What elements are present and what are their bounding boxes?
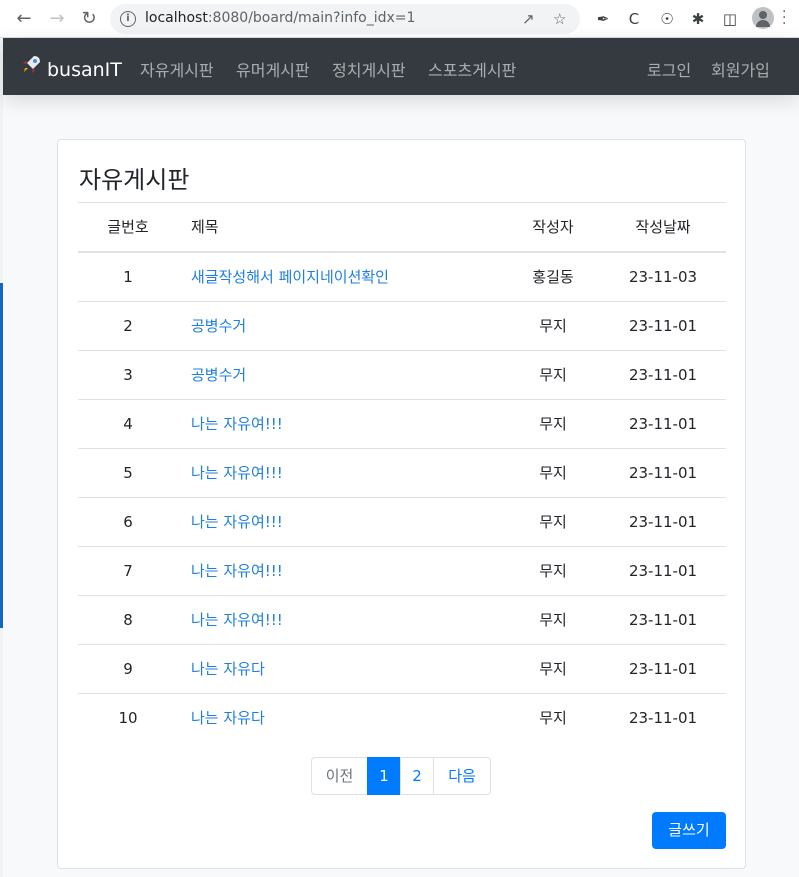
browser-menu-icon[interactable]: · · · — [782, 5, 786, 31]
row-num: 7 — [123, 562, 133, 580]
row-writer: 무지 — [539, 562, 567, 580]
brand-name: busanIT — [47, 59, 122, 81]
extensions-puzzle-icon[interactable]: ✱ — [687, 8, 709, 30]
code-extension-icon[interactable]: ☉ — [656, 8, 678, 30]
row-title-link[interactable]: 공병수거 — [191, 302, 511, 350]
nav-sports-board[interactable]: 스포츠게시판 — [428, 57, 516, 81]
table-row: 8 나는 자유여!!! 무지 23-11-01 — [78, 595, 726, 644]
reload-icon[interactable]: ↻ — [77, 7, 101, 31]
header-writer: 작성자 — [532, 218, 574, 236]
row-writer: 무지 — [539, 366, 567, 384]
nav-humor-board[interactable]: 유머게시판 — [236, 57, 310, 81]
top-navbar: busanIT 자유게시판 유머게시판 정치게시판 스포츠게시판 로그인 회원가… — [3, 38, 799, 95]
row-date: 23-11-01 — [628, 611, 698, 629]
address-bar[interactable]: i localhost:8080/board/main?info_idx=1 ↗… — [110, 4, 580, 34]
row-date: 23-11-01 — [628, 366, 698, 384]
nav-signup[interactable]: 회원가입 — [711, 57, 770, 81]
header-date: 작성날짜 — [635, 218, 691, 236]
row-num: 2 — [123, 317, 133, 335]
header-title: 제목 — [191, 218, 219, 236]
side-panel-icon[interactable]: ◫ — [719, 8, 741, 30]
board-title: 자유게시판 — [79, 166, 190, 194]
row-num: 3 — [123, 366, 133, 384]
row-writer: 무지 — [539, 709, 567, 727]
row-writer: 무지 — [539, 415, 567, 433]
row-num: 1 — [123, 268, 133, 286]
nav-free-board[interactable]: 자유게시판 — [140, 57, 214, 81]
table-row: 2 공병수거 무지 23-11-01 — [78, 301, 726, 350]
pagination-page-1[interactable]: 1 — [367, 757, 401, 795]
row-writer: 무지 — [539, 611, 567, 629]
row-title-link[interactable]: 나는 자유다 — [191, 694, 511, 742]
row-num: 4 — [123, 415, 133, 433]
table-row: 7 나는 자유여!!! 무지 23-11-01 — [78, 546, 726, 595]
url-host: localhost — [145, 10, 208, 26]
pagination-prev[interactable]: 이전 — [311, 757, 368, 795]
table-row: 4 나는 자유여!!! 무지 23-11-01 — [78, 399, 726, 448]
nav-login[interactable]: 로그인 — [647, 57, 691, 81]
write-post-button[interactable]: 글쓰기 — [652, 812, 726, 849]
row-writer: 무지 — [539, 317, 567, 335]
table-header-row: 글번호 제목 작성자 작성날짜 — [78, 202, 726, 252]
rocket-icon — [20, 54, 42, 81]
table-row: 5 나는 자유여!!! 무지 23-11-01 — [78, 448, 726, 497]
row-title-link[interactable]: 나는 자유여!!! — [191, 400, 511, 448]
row-writer: 무지 — [539, 660, 567, 678]
header-num: 글번호 — [107, 218, 149, 236]
row-title-link[interactable]: 나는 자유여!!! — [191, 547, 511, 595]
page: busanIT 자유게시판 유머게시판 정치게시판 스포츠게시판 로그인 회원가… — [3, 38, 799, 877]
pagination-page-2[interactable]: 2 — [400, 757, 434, 795]
table-row: 9 나는 자유다 무지 23-11-01 — [78, 644, 726, 693]
row-date: 23-11-01 — [628, 317, 698, 335]
url-text: localhost:8080/board/main?info_idx=1 — [145, 10, 415, 26]
row-date: 23-11-01 — [628, 562, 698, 580]
board-card: 자유게시판 글번호 제목 작성자 작성날짜 1 새글작성해서 페이지네이션확인 홍길… — [57, 139, 746, 869]
table-row: 3 공병수거 무지 23-11-01 — [78, 350, 726, 399]
site-info-icon[interactable]: i — [120, 11, 136, 27]
row-date: 23-11-01 — [628, 660, 698, 678]
row-title-link[interactable]: 나는 자유여!!! — [191, 498, 511, 546]
row-title-link[interactable]: 나는 자유여!!! — [191, 596, 511, 644]
row-num: 5 — [123, 464, 133, 482]
row-num: 6 — [123, 513, 133, 531]
row-date: 23-11-01 — [628, 464, 698, 482]
row-writer: 무지 — [539, 464, 567, 482]
row-num: 10 — [118, 709, 138, 727]
row-num: 8 — [123, 611, 133, 629]
url-rest: :8080/board/main?info_idx=1 — [207, 10, 416, 26]
browser-toolbar: ← → ↻ i localhost:8080/board/main?info_i… — [0, 0, 799, 38]
pagination: 이전 1 2 다음 — [311, 757, 491, 795]
row-date: 23-11-01 — [628, 513, 698, 531]
share-icon[interactable]: ↗ — [522, 10, 535, 28]
row-date: 23-11-01 — [628, 415, 698, 433]
board-table: 글번호 제목 작성자 작성날짜 1 새글작성해서 페이지네이션확인 홍길동 23-11… — [78, 202, 726, 742]
css-extension-icon[interactable]: C — [623, 8, 645, 30]
brand-link[interactable]: busanIT — [20, 54, 122, 81]
profile-avatar-icon[interactable] — [752, 7, 774, 29]
row-date: 23-11-03 — [628, 268, 698, 286]
row-writer: 무지 — [539, 513, 567, 531]
nav-politics-board[interactable]: 정치게시판 — [332, 57, 406, 81]
row-title-link[interactable]: 공병수거 — [191, 351, 511, 399]
row-writer: 홍길동 — [532, 268, 574, 286]
forward-arrow-icon[interactable]: → — [45, 7, 69, 31]
table-row: 1 새글작성해서 페이지네이션확인 홍길동 23-11-03 — [78, 252, 726, 301]
pagination-next[interactable]: 다음 — [433, 757, 491, 795]
row-date: 23-11-01 — [628, 709, 698, 727]
bookmark-star-icon[interactable]: ☆ — [553, 10, 566, 28]
row-title-link[interactable]: 새글작성해서 페이지네이션확인 — [191, 253, 511, 301]
table-row: 10 나는 자유다 무지 23-11-01 — [78, 693, 726, 742]
row-num: 9 — [123, 660, 133, 678]
table-row: 6 나는 자유여!!! 무지 23-11-01 — [78, 497, 726, 546]
row-title-link[interactable]: 나는 자유여!!! — [191, 449, 511, 497]
back-arrow-icon[interactable]: ← — [12, 7, 36, 31]
eyedropper-extension-icon[interactable]: ✒ — [592, 8, 614, 30]
row-title-link[interactable]: 나는 자유다 — [191, 645, 511, 693]
